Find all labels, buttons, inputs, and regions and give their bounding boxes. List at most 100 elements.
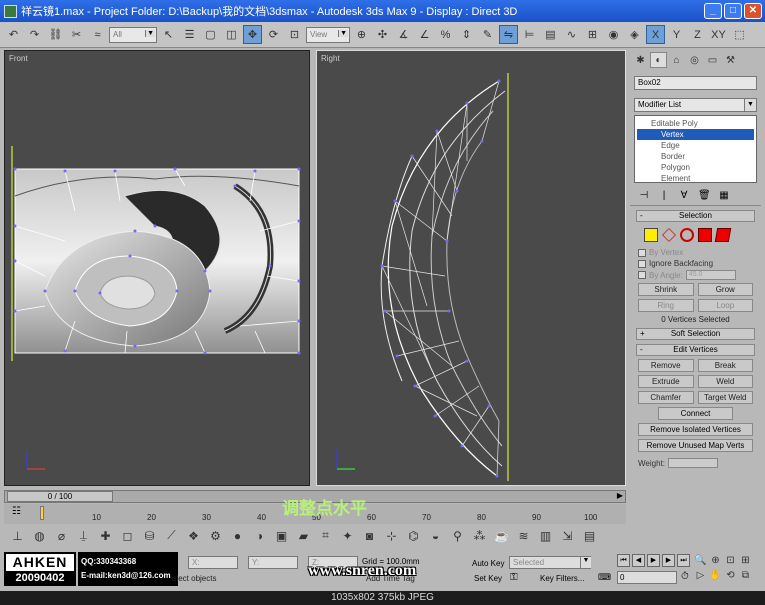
go-to-end-icon[interactable]: ⏭ bbox=[677, 554, 690, 567]
pattern-icon[interactable]: ⟋ bbox=[162, 526, 181, 545]
x-axis-constraint-icon[interactable]: X bbox=[646, 25, 665, 44]
select-manipulate-icon[interactable]: ✣ bbox=[373, 25, 392, 44]
xy-plane-constraint-icon[interactable]: XY bbox=[709, 25, 728, 44]
max-script-icon[interactable]: ⊥ bbox=[8, 526, 27, 545]
pan-icon[interactable]: ✋ bbox=[709, 569, 722, 582]
current-frame-marker[interactable] bbox=[40, 506, 44, 520]
schematic-view-icon[interactable]: ⊞ bbox=[583, 25, 602, 44]
select-scale-icon[interactable]: ⊡ bbox=[285, 25, 304, 44]
shape-icon[interactable]: ◻ bbox=[118, 526, 137, 545]
hierarchy-icon[interactable]: ⍊ bbox=[74, 526, 93, 545]
close-button[interactable]: ✕ bbox=[744, 3, 762, 19]
by-angle-value[interactable]: 45.0 bbox=[685, 270, 736, 280]
loop-button[interactable]: Loop bbox=[697, 299, 753, 312]
remove-isolated-vertices-button[interactable]: Remove Isolated Vertices bbox=[638, 423, 753, 436]
ignore-backfacing-checkbox[interactable]: Ignore Backfacing bbox=[638, 259, 753, 268]
spinner-snap-icon[interactable]: ⇕ bbox=[457, 25, 476, 44]
pin-stack-icon[interactable]: ⊣ bbox=[638, 190, 650, 201]
display-tab-icon[interactable]: ▭ bbox=[704, 52, 721, 68]
maximize-button[interactable]: □ bbox=[724, 3, 742, 19]
object-name-field[interactable]: Box02 bbox=[634, 76, 757, 90]
material-editor-icon[interactable]: ◉ bbox=[604, 25, 623, 44]
stack-item-element[interactable]: Element bbox=[637, 173, 754, 184]
bone-icon[interactable]: ✚ bbox=[96, 526, 115, 545]
align-icon[interactable]: ⊨ bbox=[520, 25, 539, 44]
plane-icon[interactable]: ▰ bbox=[294, 526, 313, 545]
soft-selection-rollout[interactable]: + Soft Selection bbox=[636, 328, 755, 340]
modify-tab-icon[interactable]: ◐ bbox=[650, 52, 667, 68]
layer-manager-icon[interactable]: ▤ bbox=[541, 25, 560, 44]
remove-button[interactable]: Remove bbox=[638, 359, 694, 372]
unlink-icon[interactable]: ✂ bbox=[67, 25, 86, 44]
by-angle-checkbox[interactable]: By Angle: 45.0 bbox=[638, 270, 753, 280]
reactor-icon[interactable]: ⚙ bbox=[206, 526, 225, 545]
minimize-button[interactable]: _ bbox=[704, 3, 722, 19]
select-by-name-icon[interactable]: ☰ bbox=[180, 25, 199, 44]
chamfer-button[interactable]: Chamfer bbox=[638, 391, 694, 404]
teapot-icon[interactable]: ☕ bbox=[492, 526, 511, 545]
camera-icon[interactable]: ◙ bbox=[360, 526, 379, 545]
tube-icon[interactable]: ◑ bbox=[250, 526, 269, 545]
polygon-mode-icon[interactable] bbox=[698, 228, 712, 242]
scatter-icon[interactable]: ❖ bbox=[184, 526, 203, 545]
show-end-result-icon[interactable]: | bbox=[658, 190, 670, 201]
particle-icon[interactable]: ⁂ bbox=[470, 526, 489, 545]
previous-frame-icon[interactable]: ◀ bbox=[632, 554, 645, 567]
go-to-start-icon[interactable]: ⏮ bbox=[617, 554, 630, 567]
system-icon[interactable]: ◒ bbox=[426, 526, 445, 545]
by-vertex-checkbox[interactable]: By Vertex bbox=[638, 248, 753, 257]
time-configuration-icon[interactable]: ⏱ bbox=[681, 571, 689, 582]
selection-rollout[interactable]: - Selection bbox=[636, 210, 755, 222]
hair-icon[interactable]: ≋ bbox=[514, 526, 533, 545]
set-key-button[interactable]: Set Key bbox=[474, 572, 502, 585]
grow-button[interactable]: Grow bbox=[697, 283, 753, 296]
render-setup-icon[interactable]: ◈ bbox=[625, 25, 644, 44]
front-viewport[interactable]: Front bbox=[4, 50, 310, 486]
motion-tab-icon[interactable]: ◎ bbox=[686, 52, 703, 68]
undo-icon[interactable]: ↶ bbox=[4, 25, 23, 44]
break-button[interactable]: Break bbox=[697, 359, 753, 372]
time-slider-thumb[interactable]: 0 / 100 bbox=[7, 491, 113, 502]
key-filters-button[interactable]: Key Filters... bbox=[540, 572, 584, 585]
edit-vertices-rollout[interactable]: - Edit Vertices bbox=[636, 344, 755, 356]
shrink-button[interactable]: Shrink bbox=[638, 283, 694, 296]
edge-mode-icon[interactable] bbox=[662, 228, 676, 242]
render-frame-icon[interactable]: ▤ bbox=[580, 526, 599, 545]
weight-input[interactable] bbox=[667, 458, 718, 468]
cloth-icon[interactable]: ▥ bbox=[536, 526, 555, 545]
chevron-down-icon[interactable]: ▼ bbox=[744, 99, 756, 111]
isolate-icon[interactable]: ⌀ bbox=[52, 526, 71, 545]
current-frame-field[interactable]: 0 bbox=[617, 571, 677, 584]
percent-snap-icon[interactable]: % bbox=[436, 25, 455, 44]
zoom-icon[interactable]: 🔍 bbox=[694, 554, 707, 567]
light-icon[interactable]: ✦ bbox=[338, 526, 357, 545]
measure-icon[interactable]: ⇲ bbox=[558, 526, 577, 545]
dynamics-icon[interactable]: ⚲ bbox=[448, 526, 467, 545]
reference-coord-dropdown[interactable]: View bbox=[306, 26, 350, 43]
connect-button[interactable]: Connect bbox=[658, 407, 733, 420]
warp-icon[interactable]: ⌬ bbox=[404, 526, 423, 545]
select-rotate-icon[interactable]: ⟳ bbox=[264, 25, 283, 44]
angle-snap-icon[interactable]: ∠ bbox=[415, 25, 434, 44]
make-unique-icon[interactable]: ∀ bbox=[678, 190, 690, 201]
y-coordinate-field[interactable]: Y: bbox=[248, 556, 298, 569]
redo-icon[interactable]: ↷ bbox=[25, 25, 44, 44]
zoom-extents-all-icon[interactable]: ⊞ bbox=[739, 554, 752, 567]
link-icon[interactable]: ⛓ bbox=[46, 25, 65, 44]
snap-toggle-icon[interactable]: ∡ bbox=[394, 25, 413, 44]
box-icon[interactable]: ▣ bbox=[272, 526, 291, 545]
hierarchy-tab-icon[interactable]: ⌂ bbox=[668, 52, 685, 68]
ring-button[interactable]: Ring bbox=[638, 299, 694, 312]
selection-lock-icon[interactable]: ◍ bbox=[30, 526, 49, 545]
utilities-tab-icon[interactable]: ⚒ bbox=[722, 52, 739, 68]
border-mode-icon[interactable] bbox=[680, 228, 694, 242]
key-mode-dropdown[interactable]: Selected bbox=[509, 556, 591, 569]
helper-icon[interactable]: ⊹ bbox=[382, 526, 401, 545]
element-mode-icon[interactable] bbox=[714, 228, 732, 242]
select-move-icon[interactable]: ✥ bbox=[243, 25, 262, 44]
key-icon[interactable]: ⚿ bbox=[510, 572, 518, 583]
sphere-icon[interactable]: ● bbox=[228, 526, 247, 545]
grid-icon[interactable]: ⌗ bbox=[316, 526, 335, 545]
chevron-down-icon[interactable]: ▼ bbox=[580, 557, 591, 568]
curve-editor-icon[interactable]: ∿ bbox=[562, 25, 581, 44]
